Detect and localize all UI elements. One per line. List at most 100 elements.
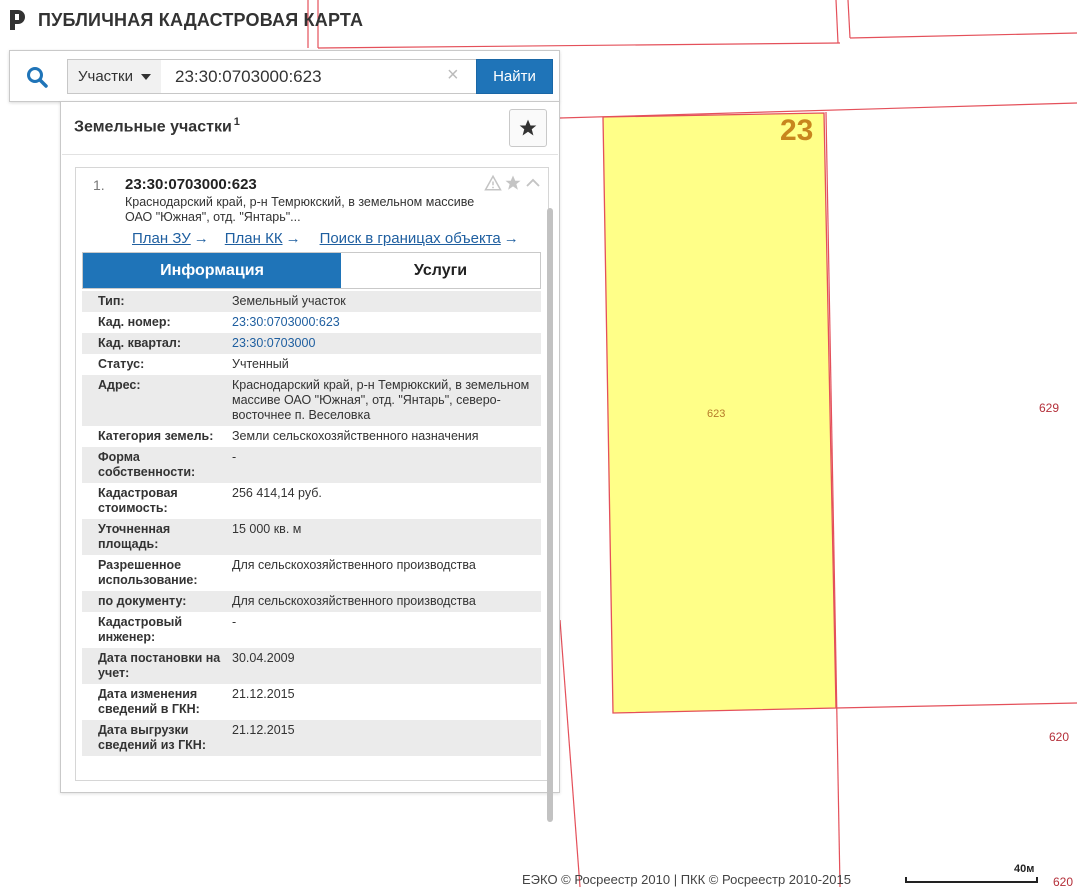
search-in-bounds-link[interactable]: Поиск в границах объекта → <box>320 230 519 247</box>
parcel-label-620-bottom: 620 <box>1053 875 1073 887</box>
arrow-right-icon: → <box>193 230 209 247</box>
info-value: Земельный участок <box>232 294 346 308</box>
chevron-up-icon[interactable] <box>524 174 542 192</box>
rosreestr-logo-icon <box>10 10 25 30</box>
info-row-cad-cost: Кадастровая стоимость: 256 414,14 руб. <box>82 483 541 519</box>
info-key: по документу: <box>98 594 187 608</box>
info-row-registration-date: Дата постановки на учет: 30.04.2009 <box>82 648 541 684</box>
result-card[interactable]: 1. 23:30:0703000:623 Краснодарский край,… <box>75 167 549 781</box>
parcel-label-623: 623 <box>707 408 725 420</box>
info-row-cad-quarter: Кад. квартал: 23:30:0703000 <box>82 333 541 354</box>
scale-bar <box>905 877 1038 883</box>
info-value: 30.04.2009 <box>232 651 295 665</box>
search-bar: Участки × Найти <box>9 50 560 102</box>
info-row-engineer: Кадастровый инженер: - <box>82 612 541 648</box>
info-value: Краснодарский край, р-н Темрюкский, в зе… <box>232 378 530 422</box>
results-count: 1 <box>233 116 240 128</box>
cad-number-link[interactable]: 23:30:0703000:623 <box>232 315 541 330</box>
search-type-dropdown[interactable]: Участки <box>67 59 162 94</box>
info-row-cad-number: Кад. номер: 23:30:0703000:623 <box>82 312 541 333</box>
favorites-button[interactable] <box>509 109 547 147</box>
result-links: План ЗУ → План КК → Поиск в границах объек… <box>132 230 519 247</box>
result-address: Краснодарский край, р-н Темрюкский, в зе… <box>125 195 475 224</box>
warning-icon[interactable] <box>484 174 502 192</box>
info-value: 15 000 кв. м <box>232 522 302 536</box>
map-attribution: ЕЭКО © Росреестр 2010 | ПКК © Росреестр … <box>522 872 851 887</box>
parcel-boundary <box>317 42 841 49</box>
star-icon <box>519 119 537 136</box>
search-icon[interactable] <box>25 65 49 89</box>
caret-down-icon <box>141 73 151 80</box>
plan-kk-link[interactable]: План КК → <box>225 230 301 247</box>
info-value: Для сельскохозяйственного производства <box>232 558 476 572</box>
search-input[interactable] <box>161 59 477 94</box>
info-key: Кадастровый инженер: <box>98 615 183 644</box>
info-key: Тип: <box>98 294 125 308</box>
info-key: Разрешенное использование: <box>98 558 198 587</box>
parcel-boundary <box>835 0 839 44</box>
cad-quarter-link[interactable]: 23:30:0703000 <box>232 336 541 351</box>
arrow-right-icon: → <box>285 230 301 247</box>
result-index: 1. <box>93 177 105 193</box>
info-key: Дата выгрузки сведений из ГКН: <box>98 723 206 752</box>
info-value: - <box>232 450 237 464</box>
arrow-right-icon: → <box>503 230 519 247</box>
info-row-change-date: Дата изменения сведений в ГКН: 21.12.2015 <box>82 684 541 720</box>
info-key: Кадастровая стоимость: <box>98 486 178 515</box>
result-actions <box>484 174 542 192</box>
plan-zu-label: План ЗУ <box>132 230 191 247</box>
app-title: ПУБЛИЧНАЯ КАДАСТРОВАЯ КАРТА <box>38 9 364 30</box>
info-key: Форма собственности: <box>98 450 196 479</box>
info-row-address: Адрес: Краснодарский край, р-н Темрюкский… <box>82 375 541 426</box>
panel-title-text: Земельные участки <box>74 118 232 136</box>
info-row-permitted-use: Разрешенное использование: Для сельскохоз… <box>82 555 541 591</box>
info-key: Кад. квартал: <box>98 336 181 350</box>
scale-label: 40м <box>1014 863 1035 875</box>
star-icon[interactable] <box>504 174 522 192</box>
scrollbar[interactable] <box>547 208 553 822</box>
search-in-bounds-label: Поиск в границах объекта <box>319 230 501 247</box>
plan-zu-link[interactable]: План ЗУ → <box>132 230 209 247</box>
parcel-boundary <box>835 702 1077 709</box>
info-value: - <box>232 615 237 629</box>
parcel-boundary <box>849 32 1077 39</box>
info-table: Тип: Земельный участок Кад. номер: 23:30:0… <box>82 291 541 756</box>
info-row-ownership: Форма собственности: - <box>82 447 541 483</box>
parcel-label-629: 629 <box>1039 401 1059 415</box>
results-panel: Земельные участки 1 1. 23:30:0703000:623 … <box>60 101 560 822</box>
parcel-label-620: 620 <box>1049 730 1069 744</box>
parcel-boundary <box>847 0 851 39</box>
info-key: Дата изменения сведений в ГКН: <box>98 687 200 716</box>
search-type-label: Участки <box>78 68 133 85</box>
info-row-area: Уточненная площадь: 15 000 кв. м <box>82 519 541 555</box>
info-key: Дата постановки на учет: <box>98 651 221 680</box>
info-row-by-document: по документу: Для сельскохозяйственного п… <box>82 591 541 612</box>
parcel-boundary <box>559 619 581 887</box>
info-value: Для сельскохозяйственного производства <box>232 594 476 608</box>
panel-title: Земельные участки 1 <box>74 116 240 136</box>
info-key: Адрес: <box>98 378 141 392</box>
search-button[interactable]: Найти <box>476 59 553 94</box>
app-logo[interactable]: ПУБЛИЧНАЯ КАДАСТРОВАЯ КАРТА <box>8 9 363 31</box>
results-list: 1. 23:30:0703000:623 Краснодарский край,… <box>62 154 558 822</box>
info-row-export-date: Дата выгрузки сведений из ГКН: 21.12.2015 <box>82 720 541 756</box>
info-value: 256 414,14 руб. <box>232 486 322 500</box>
info-row-status: Статус: Учтенный <box>82 354 541 375</box>
region-label: 23 <box>780 114 813 147</box>
info-row-type: Тип: Земельный участок <box>82 291 541 312</box>
info-tabs: Информация Услуги <box>82 252 541 289</box>
info-key: Статус: <box>98 357 145 371</box>
info-value: Земли сельскохозяйственного назначения <box>232 429 479 443</box>
info-value: Учтенный <box>232 357 289 371</box>
info-key: Кад. номер: <box>98 315 171 329</box>
tab-information[interactable]: Информация <box>83 253 341 288</box>
info-key: Уточненная площадь: <box>98 522 171 551</box>
info-row-land-category: Категория земель: Земли сельскохозяйствен… <box>82 426 541 447</box>
plan-kk-label: План КК <box>224 230 283 247</box>
tab-services[interactable]: Услуги <box>341 253 540 288</box>
info-value: 21.12.2015 <box>232 723 295 737</box>
result-cad-number[interactable]: 23:30:0703000:623 <box>125 176 257 193</box>
clear-icon[interactable]: × <box>447 64 459 87</box>
info-value: 21.12.2015 <box>232 687 295 701</box>
info-key: Категория земель: <box>98 429 214 443</box>
